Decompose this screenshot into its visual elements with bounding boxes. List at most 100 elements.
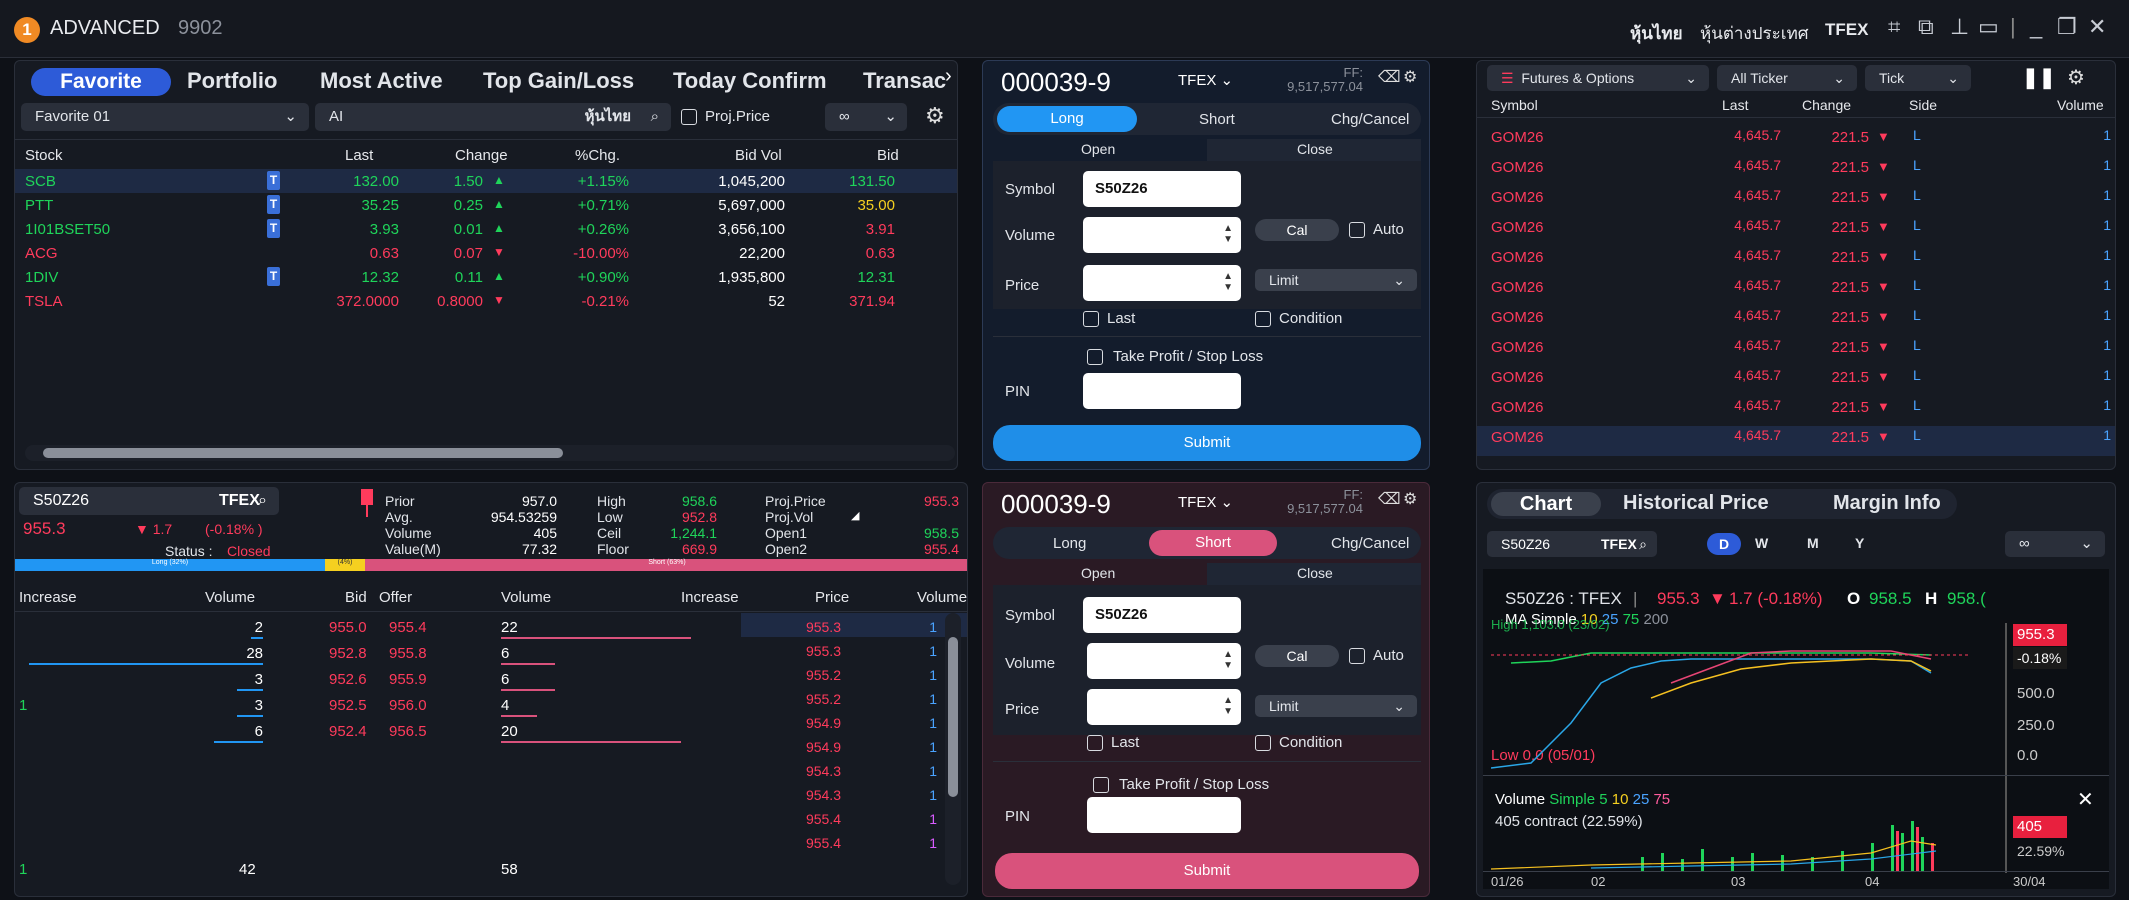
ticker-filter-select[interactable]: All Ticker ⌄ [1717, 65, 1857, 91]
view-mode-select[interactable]: ∞ ⌄ [825, 103, 907, 131]
long-side-button[interactable]: Long [1053, 535, 1086, 552]
stepper-icon[interactable]: ▲ ▼ [1223, 271, 1233, 293]
pin-icon[interactable]: ⊥ [1950, 14, 1969, 40]
restore-icon[interactable]: ❐ [2057, 14, 2077, 40]
table-row[interactable]: GOM26 4,645.7 221.5 ▼ L 1 [1477, 421, 2115, 451]
change-cancel-button[interactable]: Chg/Cancel [1331, 111, 1409, 128]
scrollbar-thumb[interactable] [948, 637, 958, 797]
short-side-button[interactable]: Short [1199, 111, 1235, 128]
close-toggle[interactable]: Close [1207, 139, 1421, 161]
period-day[interactable]: D [1707, 533, 1741, 555]
stepper-icon[interactable]: ▲ ▼ [1223, 649, 1233, 671]
minimize-icon[interactable]: _ [2030, 14, 2042, 40]
settings-gear-icon[interactable]: ⚙ [1403, 489, 1417, 509]
col-stock[interactable]: Stock [25, 147, 63, 164]
tab-historical-price[interactable]: Historical Price [1623, 492, 1769, 515]
tab-today-confirm[interactable]: Today Confirm [673, 68, 827, 94]
stepper-icon[interactable]: ▲ ▼ [1223, 695, 1233, 717]
last-checkbox[interactable] [1083, 311, 1099, 327]
price-input[interactable]: ▲ ▼ [1087, 689, 1241, 725]
chart-view-select[interactable]: ∞ ⌄ [2005, 531, 2105, 557]
auto-checkbox[interactable] [1349, 648, 1365, 664]
play-icon[interactable]: ◢ [851, 509, 859, 522]
horizontal-scrollbar[interactable] [25, 445, 955, 461]
link-thai-stock[interactable]: หุ้นไทย [1630, 20, 1683, 47]
table-row[interactable]: GOM26 4,645.7 221.5 ▼ L 1 [1477, 211, 2115, 241]
tab-chart[interactable]: Chart [1491, 492, 1601, 516]
col-side[interactable]: Side [1909, 97, 1937, 113]
close-icon[interactable]: ✕ [2088, 14, 2106, 40]
cal-button[interactable]: Cal [1255, 645, 1339, 667]
submit-long-button[interactable]: Submit [993, 425, 1421, 461]
proj-price-checkbox[interactable] [681, 109, 697, 125]
short-side-button[interactable]: Short [1149, 530, 1277, 556]
change-cancel-button[interactable]: Chg/Cancel [1331, 535, 1409, 552]
stepper-icon[interactable]: ▲ ▼ [1223, 223, 1233, 245]
period-month[interactable]: M [1807, 535, 1819, 551]
col-change[interactable]: Change [455, 147, 508, 164]
open-toggle[interactable]: Open [993, 139, 1207, 161]
price-input[interactable]: ▲ ▼ [1083, 265, 1241, 301]
col-volume[interactable]: Volume [2057, 97, 2104, 113]
col-last[interactable]: Last [345, 147, 373, 164]
layout-icon[interactable]: ⌗ [1888, 14, 1900, 40]
pause-icon[interactable]: ❚❚ [2022, 65, 2056, 90]
auto-checkbox[interactable] [1349, 222, 1365, 238]
table-row[interactable]: GOM26 4,645.7 221.5 ▼ L 1 [1477, 121, 2115, 151]
symbol-search-input[interactable]: AI หุ้นไทย ⌕ [315, 103, 671, 131]
tab-favorite[interactable]: Favorite [31, 68, 171, 96]
chart-symbol-input[interactable]: S50Z26 TFEX ⌕ [1487, 531, 1657, 557]
market-select[interactable]: TFEX ⌄ [1178, 71, 1233, 89]
tab-transaction[interactable]: Transac [863, 68, 946, 94]
cal-button[interactable]: Cal [1255, 219, 1339, 241]
table-row[interactable]: GOM26 4,645.7 221.5 ▼ L 1 [1477, 331, 2115, 361]
settings-gear-icon[interactable]: ⚙ [1403, 67, 1417, 87]
table-row[interactable]: GOM26 4,645.7 221.5 ▼ L 1 [1477, 391, 2115, 421]
table-row[interactable]: GOM26 4,645.7 221.5 ▼ L 1 [1477, 181, 2115, 211]
submit-short-button[interactable]: Submit [995, 853, 1419, 889]
condition-checkbox[interactable] [1255, 311, 1271, 327]
last-checkbox[interactable] [1087, 735, 1103, 751]
price-type-select[interactable]: Limit ⌄ [1255, 269, 1417, 291]
popout-icon[interactable]: ⧉ [1918, 14, 1934, 40]
period-year[interactable]: Y [1855, 535, 1864, 551]
table-row[interactable]: PTT T 35.25 0.25 ▲ +0.71% 5,697,000 35.00 [15, 193, 957, 217]
tab-portfolio[interactable]: Portfolio [187, 68, 277, 94]
close-volume-icon[interactable]: ✕ [2077, 787, 2094, 812]
futures-options-select[interactable]: ☰ Futures & Options ⌄ [1487, 65, 1709, 91]
chevron-right-icon[interactable]: › [945, 65, 952, 88]
settings-gear-icon[interactable]: ⚙ [2067, 65, 2085, 90]
col-symbol[interactable]: Symbol [1491, 97, 1538, 113]
table-row[interactable]: GOM26 4,645.7 221.5 ▼ L 1 [1477, 361, 2115, 391]
vertical-scrollbar[interactable] [945, 613, 961, 885]
long-side-button[interactable]: Long [997, 106, 1137, 132]
col-bid[interactable]: Bid [877, 147, 899, 164]
volume-input[interactable]: ▲ ▼ [1083, 217, 1241, 253]
table-row[interactable]: SCB T 132.00 1.50 ▲ +1.15% 1,045,200 131.50 [15, 169, 957, 193]
col-last[interactable]: Last [1722, 97, 1748, 113]
tpsl-checkbox[interactable] [1093, 777, 1109, 793]
tpsl-checkbox[interactable] [1087, 349, 1103, 365]
eraser-icon[interactable]: ⌫ [1378, 67, 1401, 87]
pin-input[interactable] [1083, 373, 1241, 409]
pin-input[interactable] [1087, 797, 1241, 833]
symbol-input[interactable]: S50Z26 [1083, 171, 1241, 207]
table-row[interactable]: 1DIV T 12.32 0.11 ▲ +0.90% 1,935,800 12.31 [15, 265, 957, 289]
table-row[interactable]: TSLA 372.0000 0.8000 ▼ -0.21% 52 371.94 [15, 289, 957, 313]
tab-most-active[interactable]: Most Active [320, 68, 443, 94]
close-toggle[interactable]: Close [1207, 563, 1421, 585]
table-row[interactable]: ACG 0.63 0.07 ▼ -10.00% 22,200 0.63 [15, 241, 957, 265]
market-select[interactable]: TFEX ⌄ [1178, 493, 1233, 511]
favorite-list-select[interactable]: Favorite 01 ⌄ [21, 103, 309, 131]
link-foreign-stock[interactable]: หุ้นต่างประเทศ [1700, 20, 1809, 47]
link-tfex[interactable]: TFEX [1825, 20, 1868, 40]
col-pct-change[interactable]: %Chg. [575, 147, 620, 164]
table-row[interactable]: 1I01BSET50 T 3.93 0.01 ▲ +0.26% 3,656,100 3.91 [15, 217, 957, 241]
table-row[interactable]: GOM26 4,645.7 221.5 ▼ L 1 [1477, 301, 2115, 331]
price-type-select[interactable]: Limit ⌄ [1255, 695, 1417, 717]
period-week[interactable]: W [1755, 535, 1768, 551]
open-toggle[interactable]: Open [993, 563, 1207, 585]
tick-mode-select[interactable]: Tick ⌄ [1865, 65, 1971, 91]
table-row[interactable]: GOM26 4,645.7 221.5 ▼ L 1 [1477, 151, 2115, 181]
col-change[interactable]: Change [1802, 97, 1851, 113]
